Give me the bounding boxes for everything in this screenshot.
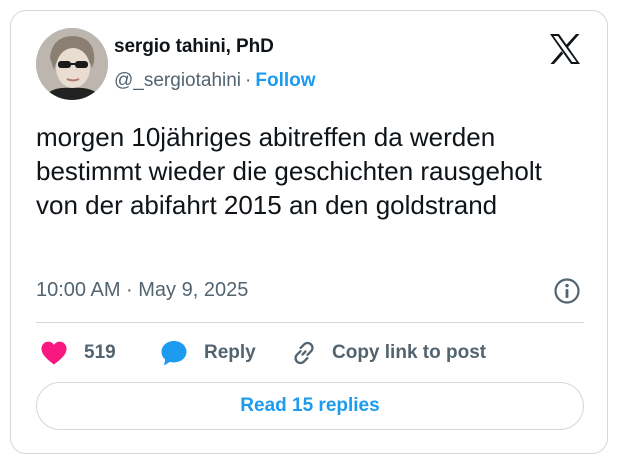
divider [36, 322, 584, 323]
copy-link-button[interactable]: Copy link to post [290, 338, 486, 368]
avatar-image [36, 28, 108, 100]
speech-bubble-icon [161, 341, 187, 366]
tweet-text: morgen 10jähriges abitreffen da werden b… [36, 122, 542, 220]
link-icon [294, 341, 314, 365]
follow-button[interactable]: Follow [255, 70, 315, 91]
x-logo-icon[interactable] [549, 34, 581, 64]
like-button[interactable]: 519 [40, 338, 116, 368]
avatar[interactable] [36, 28, 108, 100]
author-handle-row: @_sergiotahini · Follow [114, 70, 316, 92]
reply-button[interactable]: Reply [160, 338, 256, 368]
separator-dot: · [245, 70, 252, 91]
copy-link-label: Copy link to post [332, 342, 487, 363]
reply-label: Reply [204, 342, 256, 363]
tweet-timestamp[interactable]: 10:00 AM · May 9, 2025 [36, 279, 248, 302]
heart-icon [41, 341, 67, 365]
like-count: 519 [84, 342, 116, 363]
author-handle[interactable]: @_sergiotahini [114, 70, 241, 91]
read-replies-button[interactable]: Read 15 replies [36, 382, 584, 430]
author-name[interactable]: sergio tahini, PhD [114, 36, 274, 58]
info-icon[interactable] [553, 277, 581, 305]
